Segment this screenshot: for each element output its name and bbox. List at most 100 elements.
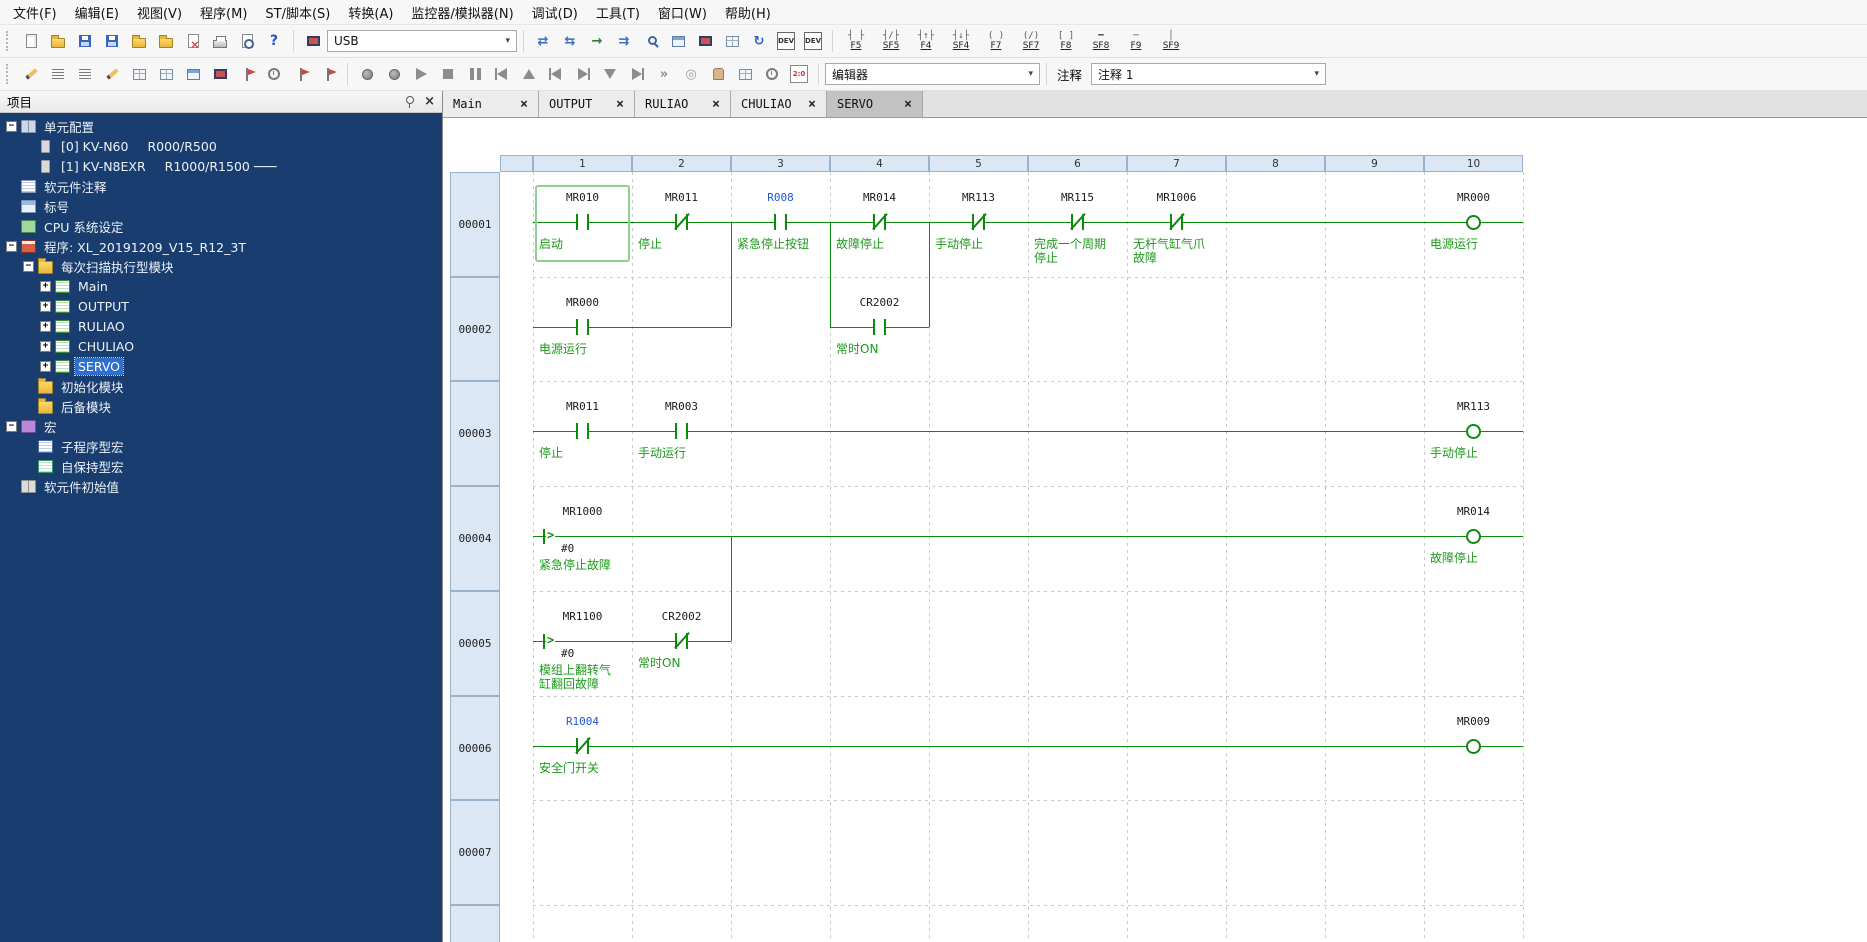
new-project-icon[interactable] (18, 28, 44, 54)
download-monitor-icon[interactable]: ◎ (678, 61, 704, 87)
coil-MR000[interactable] (1466, 215, 1481, 230)
edit-cursor-icon[interactable] (18, 61, 44, 87)
menu-file[interactable]: 文件(F) (4, 0, 66, 25)
plc-monitor-icon[interactable] (300, 28, 326, 54)
ladder-canvas[interactable]: 1234567891000001MR010启动MR011停止R008紧急停止按钮… (443, 118, 1867, 942)
expander-unit-config[interactable]: − (6, 121, 17, 132)
registration-monitor-icon[interactable] (719, 28, 745, 54)
comm-refresh-icon[interactable]: ↻ (746, 28, 772, 54)
nc-contact-MR011[interactable] (675, 214, 688, 230)
tab-servo[interactable]: SERVO× (827, 91, 923, 117)
tree-item-device-comment[interactable]: 软元件注释 (0, 176, 442, 196)
tree-item-cpu-settings[interactable]: CPU 系统设定 (0, 216, 442, 236)
rung-comment-icon[interactable] (72, 61, 98, 87)
step-down-icon[interactable] (597, 61, 623, 87)
simulator-icon[interactable] (692, 28, 718, 54)
nc-contact-R1004[interactable] (576, 738, 589, 754)
fkey-F9-button[interactable]: ─F9 (1119, 27, 1153, 55)
tree-item-init-module[interactable]: 初始化模块 (0, 376, 442, 396)
capture-icon[interactable] (126, 61, 152, 87)
expander-servo[interactable]: + (40, 361, 51, 372)
tree-item-output[interactable]: +OUTPUT (0, 296, 442, 316)
fkey-SF8-button[interactable]: ━SF8 (1084, 27, 1118, 55)
menu-view[interactable]: 视图(V) (128, 0, 191, 25)
contact-CR2002[interactable] (873, 319, 886, 335)
contact-MR010[interactable] (576, 214, 589, 230)
coil-MR113[interactable] (1466, 424, 1481, 439)
menu-program[interactable]: 程序(M) (191, 0, 256, 25)
step-end-icon[interactable] (624, 61, 650, 87)
bookmark-icon[interactable] (234, 61, 260, 87)
windows-icon[interactable] (732, 61, 758, 87)
tree-item-unit-0[interactable]: [0] KV-N60R000/R500 (0, 136, 442, 156)
record-stop-icon[interactable] (381, 61, 407, 87)
block-display2-icon[interactable] (180, 61, 206, 87)
fkey-F7-button[interactable]: ( )F7 (979, 27, 1013, 55)
step-up-icon[interactable] (516, 61, 542, 87)
tree-item-macro[interactable]: −宏 (0, 416, 442, 436)
expander-macro[interactable]: − (6, 421, 17, 432)
tree-item-ruliao[interactable]: +RULIAO (0, 316, 442, 336)
rung-number[interactable]: 00005 (450, 591, 500, 696)
tab-ruliao[interactable]: RULIAO× (635, 91, 731, 117)
contact-R008[interactable] (774, 214, 787, 230)
tree-item-label[interactable]: 标号 (0, 196, 442, 216)
fkey-SF7-button[interactable]: (/)SF7 (1014, 27, 1048, 55)
fkey-SF5-button[interactable]: ┤/├SF5 (874, 27, 908, 55)
menu-window[interactable]: 窗口(W) (649, 0, 716, 25)
comment-edit-icon[interactable] (45, 61, 71, 87)
monitor-window-icon[interactable] (207, 61, 233, 87)
menu-help[interactable]: 帮助(H) (716, 0, 780, 25)
expander-main[interactable]: + (40, 281, 51, 292)
contact-MR011[interactable] (576, 423, 589, 439)
expander-output[interactable]: + (40, 301, 51, 312)
print-icon[interactable] (207, 28, 233, 54)
fkey-SF4-button[interactable]: ┤↓├SF4 (944, 27, 978, 55)
tab-close-icon[interactable]: × (698, 97, 720, 112)
pause-icon[interactable] (462, 61, 488, 87)
tab-main[interactable]: Main× (443, 91, 539, 117)
contact-MR000[interactable] (576, 319, 589, 335)
fkey-F4-button[interactable]: ┤↑├F4 (909, 27, 943, 55)
tree-item-program-root[interactable]: −程序: XL_20191209_V15_R12_3T (0, 236, 442, 256)
stop-icon[interactable] (435, 61, 461, 87)
close-project-icon[interactable] (180, 28, 206, 54)
tree-item-self-hold-macro[interactable]: 自保持型宏 (0, 456, 442, 476)
tree-item-main[interactable]: +Main (0, 276, 442, 296)
fkey-F8-button[interactable]: [ ]F8 (1049, 27, 1083, 55)
open-project-icon[interactable] (45, 28, 71, 54)
transfer-from-plc-icon[interactable]: ⇆ (557, 28, 583, 54)
coil-MR009[interactable] (1466, 739, 1481, 754)
nc-contact-MR1006[interactable] (1170, 214, 1183, 230)
compare-contact-MR1000[interactable] (543, 529, 545, 544)
comment-set-combo[interactable]: 注释 1▾ (1091, 63, 1326, 85)
import-project-icon[interactable] (126, 28, 152, 54)
rung-number[interactable]: 00003 (450, 381, 500, 486)
menu-convert[interactable]: 转换(A) (339, 0, 402, 25)
print-preview-icon[interactable] (234, 28, 260, 54)
tab-close-icon[interactable]: × (794, 97, 816, 112)
menu-debug[interactable]: 调试(D) (523, 0, 587, 25)
expander-scan-modules[interactable]: − (23, 261, 34, 272)
trace-icon[interactable] (261, 61, 287, 87)
tree-item-standby-module[interactable]: 后备模块 (0, 396, 442, 416)
expander-program-root[interactable]: − (6, 241, 17, 252)
tab-chuliao[interactable]: CHULIAO× (731, 91, 827, 117)
plc-connection-combo[interactable]: USB▾ (327, 30, 517, 52)
rung-number[interactable]: 00006 (450, 696, 500, 800)
bookmark2-icon[interactable] (288, 61, 314, 87)
pin-icon[interactable] (406, 96, 414, 104)
marker-icon[interactable] (315, 61, 341, 87)
expander-chuliao[interactable]: + (40, 341, 51, 352)
nc-contact-MR115[interactable] (1071, 214, 1084, 230)
ladder-monitor-icon[interactable] (665, 28, 691, 54)
rung-number[interactable]: 00001 (450, 172, 500, 277)
block-display-icon[interactable] (153, 61, 179, 87)
step-in-icon[interactable] (543, 61, 569, 87)
scan-time-icon[interactable]: 2:0 (786, 61, 812, 87)
menu-st-script[interactable]: ST/脚本(S) (256, 0, 339, 25)
nc-contact-MR014[interactable] (873, 214, 886, 230)
tree-item-unit-config[interactable]: −单元配置 (0, 116, 442, 136)
monitor-search-icon[interactable] (638, 28, 664, 54)
rung-number[interactable]: 00007 (450, 800, 500, 905)
